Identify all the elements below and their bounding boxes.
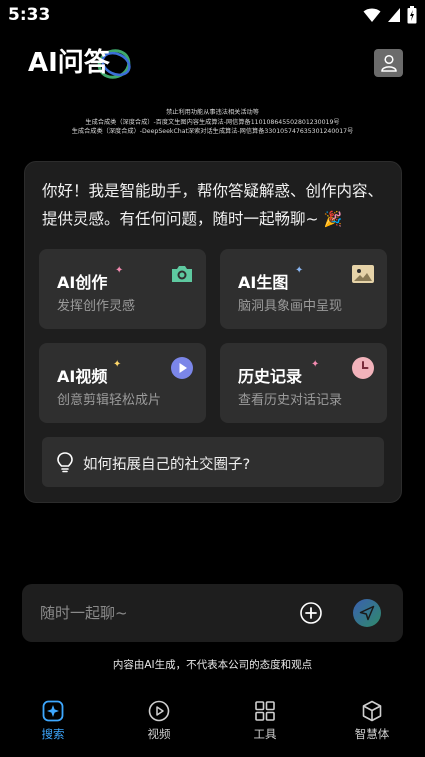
logo-text: AI问答 bbox=[28, 48, 110, 78]
nav-smart-agent[interactable]: 智慧体 bbox=[342, 700, 402, 742]
status-icons bbox=[363, 6, 417, 24]
nav-video[interactable]: 视频 bbox=[129, 700, 189, 742]
grid-icon bbox=[255, 701, 275, 721]
wifi-icon bbox=[363, 8, 381, 22]
image-icon bbox=[352, 265, 374, 283]
signal-icon bbox=[388, 8, 400, 22]
camera-icon bbox=[172, 266, 192, 282]
nav-search[interactable]: 搜索 bbox=[23, 700, 83, 742]
greeting-message: 你好！我是智能助手，帮你答疑解惑、创作内容、提供灵感。有任何问题，随时一起畅聊~… bbox=[42, 177, 392, 233]
feature-subtitle: 发挥创作灵感 bbox=[57, 299, 136, 314]
send-button[interactable] bbox=[353, 599, 381, 627]
feature-title: AI视频 bbox=[57, 367, 108, 386]
search-sparkle-icon bbox=[42, 700, 64, 722]
bottom-navigation: 搜索 视频 工具 智慧体 bbox=[0, 690, 425, 757]
feature-ai-video[interactable]: AI视频 ✦ 创意剪辑轻松成片 bbox=[39, 343, 206, 423]
suggested-question-text: 如何拓展自己的社交圈子? bbox=[83, 457, 251, 473]
lightbulb-icon bbox=[57, 452, 73, 473]
app-logo: AI问答 bbox=[28, 40, 138, 86]
add-attachment-button[interactable] bbox=[300, 602, 322, 624]
send-icon bbox=[359, 605, 375, 621]
play-circle-icon bbox=[148, 700, 170, 722]
nav-label: 工具 bbox=[253, 727, 277, 741]
nav-label: 搜索 bbox=[41, 727, 65, 741]
feature-subtitle: 脑洞具象画中呈现 bbox=[238, 299, 343, 314]
disclaimer-line: 禁止利用功能从事违法相关活动等 bbox=[166, 109, 259, 116]
chat-input[interactable] bbox=[40, 602, 280, 624]
play-icon bbox=[171, 357, 193, 379]
sparkle-icon: ✦ bbox=[311, 359, 320, 370]
status-time: 5:33 bbox=[8, 5, 51, 25]
feature-title: AI生图 bbox=[238, 273, 289, 292]
user-profile-button[interactable] bbox=[374, 49, 403, 77]
feature-history[interactable]: 历史记录 ✦ 查看历史对话记录 bbox=[220, 343, 387, 423]
status-bar: 5:33 bbox=[0, 0, 425, 30]
chat-input-bar bbox=[22, 584, 403, 642]
suggested-question[interactable]: 如何拓展自己的社交圈子? bbox=[42, 437, 384, 487]
clock-icon bbox=[352, 357, 374, 379]
user-icon bbox=[380, 54, 397, 72]
ai-disclaimer-note: 内容由AI生成，不代表本公司的态度和观点 bbox=[112, 659, 313, 671]
battery-icon bbox=[407, 6, 417, 24]
cube-icon bbox=[362, 700, 382, 722]
sparkle-icon: ✦ bbox=[113, 359, 122, 370]
feature-ai-image[interactable]: AI生图 ✦ 脑洞具象画中呈现 bbox=[220, 249, 387, 329]
feature-title: 历史记录 bbox=[238, 367, 303, 386]
feature-title: AI创作 bbox=[57, 273, 108, 292]
feature-ai-create[interactable]: AI创作 ✦ 发挥创作灵感 bbox=[39, 249, 206, 329]
sparkle-icon: ✦ bbox=[295, 265, 304, 276]
sparkle-icon: ✦ bbox=[115, 265, 124, 276]
assistant-card: 你好！我是智能助手，帮你答疑解惑、创作内容、提供灵感。有任何问题，随时一起畅聊~… bbox=[24, 161, 402, 503]
feature-subtitle: 查看历史对话记录 bbox=[238, 393, 343, 408]
feature-subtitle: 创意剪辑轻松成片 bbox=[57, 393, 162, 408]
disclaimer-line: 生成合成类（深度合成）-DeepSeekChat深索对话生成算法-网信算备330… bbox=[71, 128, 354, 135]
nav-tools[interactable]: 工具 bbox=[235, 700, 295, 742]
party-popper-icon: 🎉 bbox=[323, 210, 343, 228]
nav-label: 智慧体 bbox=[354, 727, 390, 741]
nav-label: 视频 bbox=[147, 727, 171, 741]
